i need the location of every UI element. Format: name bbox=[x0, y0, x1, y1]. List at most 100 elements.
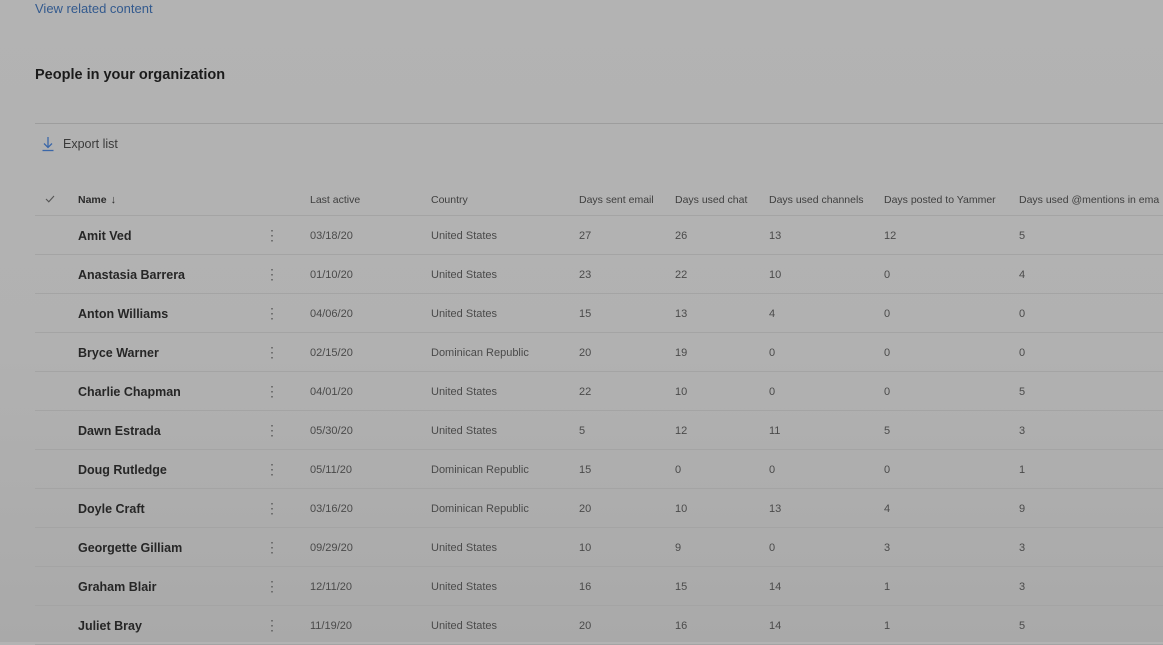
days-posted-yammer-cell: 1 bbox=[884, 619, 891, 632]
person-name[interactable]: Doug Rutledge bbox=[78, 450, 167, 489]
select-all-checkbox[interactable] bbox=[45, 183, 55, 216]
days-posted-yammer-cell: 0 bbox=[884, 307, 891, 320]
days-used-channels-cell: 0 bbox=[769, 346, 776, 359]
column-header-last-active[interactable]: Last active bbox=[310, 183, 360, 216]
person-name[interactable]: Amit Ved bbox=[78, 216, 132, 255]
table-header-row: Name ↓ Last active Country Days sent ema… bbox=[35, 183, 1163, 216]
export-list-button[interactable]: Export list bbox=[41, 136, 118, 152]
last-active-cell: 01/10/20 bbox=[310, 268, 353, 281]
days-sent-email-cell: 15 bbox=[579, 463, 592, 476]
days-used-chat-cell: 19 bbox=[675, 346, 688, 359]
last-active-cell: 12/11/20 bbox=[310, 580, 353, 593]
days-sent-email-cell: 5 bbox=[579, 424, 586, 437]
person-name[interactable]: Charlie Chapman bbox=[78, 372, 181, 411]
days-used-channels-cell: 13 bbox=[769, 502, 782, 515]
last-active-cell: 03/16/20 bbox=[310, 502, 353, 515]
table-row[interactable]: Amit Ved 03/18/20 United States 27 26 13 12 5 ⋮ bbox=[35, 216, 1163, 255]
days-used-channels-cell: 13 bbox=[769, 229, 782, 242]
days-posted-yammer-cell: 0 bbox=[884, 385, 891, 398]
export-list-label: Export list bbox=[63, 137, 118, 151]
more-options-icon[interactable]: ⋮ bbox=[265, 606, 279, 645]
column-header-days-posted-yammer[interactable]: Days posted to Yammer bbox=[884, 183, 996, 216]
person-name[interactable]: Georgette Gilliam bbox=[78, 528, 182, 567]
days-sent-email-cell: 23 bbox=[579, 268, 592, 281]
days-used-channels-cell: 10 bbox=[769, 268, 782, 281]
country-cell: Dominican Republic bbox=[431, 463, 529, 476]
days-sent-email-cell: 22 bbox=[579, 385, 592, 398]
days-used-channels-cell: 0 bbox=[769, 463, 776, 476]
people-table: Name ↓ Last active Country Days sent ema… bbox=[35, 183, 1163, 645]
days-used-mentions-cell: 3 bbox=[1019, 580, 1026, 593]
more-options-icon[interactable]: ⋮ bbox=[265, 294, 279, 333]
person-name[interactable]: Graham Blair bbox=[78, 567, 157, 606]
last-active-cell: 04/06/20 bbox=[310, 307, 353, 320]
person-name[interactable]: Juliet Bray bbox=[78, 606, 142, 645]
days-used-chat-cell: 22 bbox=[675, 268, 688, 281]
view-related-content-link[interactable]: View related content bbox=[35, 1, 153, 16]
table-row[interactable]: Dawn Estrada 05/30/20 United States 5 12 11 5 3… bbox=[35, 411, 1163, 450]
more-options-icon[interactable]: ⋮ bbox=[265, 528, 279, 567]
column-header-days-sent-email[interactable]: Days sent email bbox=[579, 183, 654, 216]
table-row[interactable]: Anton Williams 04/06/20 United States 15 13 4… bbox=[35, 294, 1163, 333]
table-row[interactable]: Juliet Bray 11/19/20 United States 20 16 14 1 5… bbox=[35, 606, 1163, 645]
column-header-country[interactable]: Country bbox=[431, 183, 468, 216]
column-header-name[interactable]: Name ↓ bbox=[78, 183, 116, 216]
more-options-icon[interactable]: ⋮ bbox=[265, 411, 279, 450]
more-options-icon[interactable]: ⋮ bbox=[265, 567, 279, 606]
more-options-icon[interactable]: ⋮ bbox=[265, 372, 279, 411]
person-name[interactable]: Doyle Craft bbox=[78, 489, 145, 528]
country-cell: United States bbox=[431, 229, 498, 242]
column-header-days-used-mentions[interactable]: Days used @mentions in ema bbox=[1019, 183, 1159, 216]
last-active-cell: 05/30/20 bbox=[310, 424, 353, 437]
days-used-mentions-cell: 3 bbox=[1019, 541, 1026, 554]
table-row[interactable]: Graham Blair 12/11/20 United States 16 15 14 1… bbox=[35, 567, 1163, 606]
checkmark-icon bbox=[45, 194, 55, 206]
table-row[interactable]: Georgette Gilliam 09/29/20 United States 10… bbox=[35, 528, 1163, 567]
more-options-icon[interactable]: ⋮ bbox=[265, 450, 279, 489]
country-cell: United States bbox=[431, 385, 498, 398]
country-cell: United States bbox=[431, 541, 498, 554]
days-posted-yammer-cell: 12 bbox=[884, 229, 897, 242]
table-row[interactable]: Anastasia Barrera 01/10/20 United States 23… bbox=[35, 255, 1163, 294]
days-posted-yammer-cell: 0 bbox=[884, 346, 891, 359]
country-cell: United States bbox=[431, 424, 498, 437]
days-used-channels-cell: 14 bbox=[769, 580, 782, 593]
last-active-cell: 11/19/20 bbox=[310, 619, 353, 632]
days-used-mentions-cell: 5 bbox=[1019, 229, 1026, 242]
more-options-icon[interactable]: ⋮ bbox=[265, 216, 279, 255]
more-options-icon[interactable]: ⋮ bbox=[265, 333, 279, 372]
table-row[interactable]: Bryce Warner 02/15/20 Dominican Republic 20… bbox=[35, 333, 1163, 372]
days-used-mentions-cell: 3 bbox=[1019, 424, 1026, 437]
person-name[interactable]: Bryce Warner bbox=[78, 333, 159, 372]
table-row[interactable]: Doug Rutledge 05/11/20 Dominican Republic 1… bbox=[35, 450, 1163, 489]
more-options-icon[interactable]: ⋮ bbox=[265, 489, 279, 528]
days-used-mentions-cell: 5 bbox=[1019, 619, 1026, 632]
days-used-mentions-cell: 0 bbox=[1019, 307, 1026, 320]
last-active-cell: 09/29/20 bbox=[310, 541, 353, 554]
country-cell: United States bbox=[431, 619, 498, 632]
days-used-chat-cell: 15 bbox=[675, 580, 688, 593]
table-row[interactable]: Doyle Craft 03/16/20 Dominican Republic 20 1… bbox=[35, 489, 1163, 528]
column-header-days-used-chat[interactable]: Days used chat bbox=[675, 183, 747, 216]
days-posted-yammer-cell: 5 bbox=[884, 424, 891, 437]
country-cell: United States bbox=[431, 580, 498, 593]
days-sent-email-cell: 20 bbox=[579, 619, 592, 632]
days-used-channels-cell: 14 bbox=[769, 619, 782, 632]
country-cell: United States bbox=[431, 307, 498, 320]
person-name[interactable]: Dawn Estrada bbox=[78, 411, 161, 450]
days-used-chat-cell: 13 bbox=[675, 307, 688, 320]
more-options-icon[interactable]: ⋮ bbox=[265, 255, 279, 294]
days-sent-email-cell: 15 bbox=[579, 307, 592, 320]
days-posted-yammer-cell: 1 bbox=[884, 580, 891, 593]
person-name[interactable]: Anton Williams bbox=[78, 294, 168, 333]
column-header-name-label: Name bbox=[78, 193, 107, 206]
days-used-chat-cell: 12 bbox=[675, 424, 688, 437]
column-header-days-used-channels[interactable]: Days used channels bbox=[769, 183, 864, 216]
table-row[interactable]: Charlie Chapman 04/01/20 United States 22 10… bbox=[35, 372, 1163, 411]
days-used-mentions-cell: 9 bbox=[1019, 502, 1026, 515]
days-used-mentions-cell: 1 bbox=[1019, 463, 1026, 476]
days-posted-yammer-cell: 0 bbox=[884, 268, 891, 281]
person-name[interactable]: Anastasia Barrera bbox=[78, 255, 185, 294]
divider bbox=[35, 123, 1163, 124]
last-active-cell: 02/15/20 bbox=[310, 346, 353, 359]
